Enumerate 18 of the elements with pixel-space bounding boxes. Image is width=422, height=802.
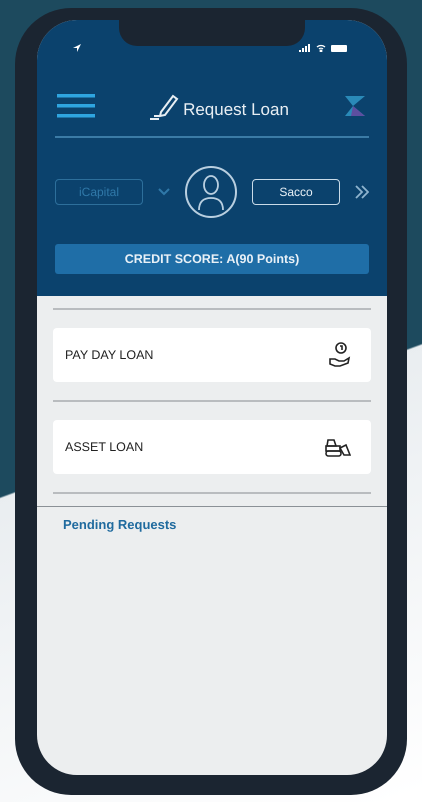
wifi-icon — [316, 44, 326, 52]
bulldozer-icon — [325, 437, 351, 457]
menu-icon[interactable] — [57, 94, 95, 118]
location-arrow-icon — [73, 44, 81, 52]
account-tab[interactable]: Sacco — [252, 179, 340, 205]
battery-icon — [331, 44, 347, 52]
loan-option-card[interactable]: ASSET LOAN — [53, 420, 371, 474]
section-title: Pending Requests — [63, 517, 178, 532]
pen-icon — [149, 92, 180, 120]
double-chevron-right-icon[interactable] — [355, 185, 369, 199]
screen-title: Request Loan — [183, 100, 289, 120]
person-silhouette-icon — [198, 174, 224, 210]
loan-option-card[interactable]: PAY DAY LOAN — [53, 328, 371, 382]
logo-icon — [343, 94, 367, 118]
credit-score-bar: CREDIT SCORE: A(90 Points) — [55, 244, 369, 274]
hand-coin-icon — [329, 342, 351, 368]
avatar-circle[interactable] — [185, 166, 237, 218]
signal-icon — [299, 44, 311, 52]
